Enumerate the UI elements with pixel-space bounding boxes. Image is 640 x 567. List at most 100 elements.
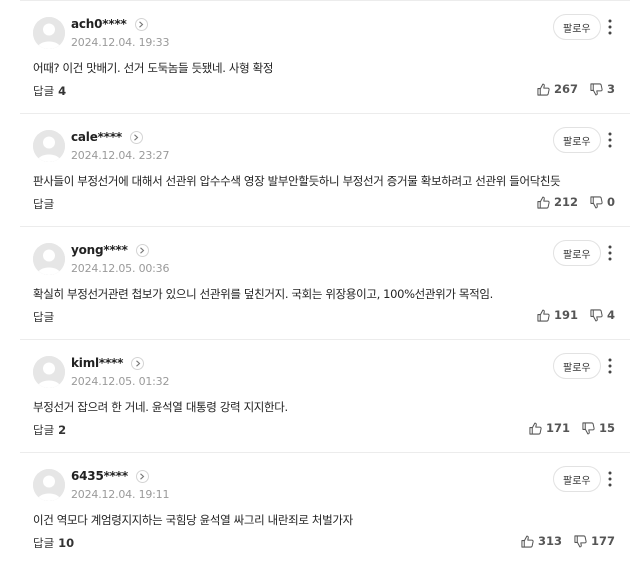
- author-name[interactable]: ach0****: [71, 17, 127, 31]
- comment-list: ach0**** 2024.12.04. 19:33 팔로우 어때? 이건 맛배…: [20, 1, 630, 566]
- default-avatar-icon: [33, 17, 65, 49]
- author-name[interactable]: kiml****: [71, 356, 123, 370]
- reply-label: 답글: [33, 197, 55, 211]
- author-name[interactable]: 6435****: [71, 469, 128, 483]
- thumbs-up-icon: [537, 83, 550, 96]
- chevron-right-icon: [134, 133, 139, 141]
- reply-button[interactable]: 답글 4: [33, 83, 66, 99]
- author-row: 6435****: [71, 467, 149, 485]
- comment-timestamp: 2024.12.04. 23:27: [71, 149, 170, 162]
- chevron-right-icon: [140, 472, 145, 480]
- author-row: ach0****: [71, 15, 148, 33]
- comment-timestamp: 2024.12.05. 00:36: [71, 262, 170, 275]
- comment-item: ach0**** 2024.12.04. 19:33 팔로우 어때? 이건 맛배…: [20, 1, 630, 114]
- more-vertical-icon: [608, 132, 612, 148]
- follow-button[interactable]: 팔로우: [553, 466, 601, 492]
- reply-count: 4: [58, 84, 67, 98]
- avatar[interactable]: [33, 356, 65, 388]
- comment-item: 6435**** 2024.12.04. 19:11 팔로우 이건 역모다 계엄…: [20, 453, 630, 566]
- like-count: 171: [545, 421, 570, 435]
- dislike-button[interactable]: 177: [574, 534, 615, 548]
- like-count: 313: [537, 534, 562, 548]
- reaction-bar: 267 3: [537, 82, 615, 96]
- author-row: yong****: [71, 241, 149, 259]
- like-count: 212: [553, 195, 578, 209]
- reply-label: 답글: [33, 310, 55, 324]
- more-options-button[interactable]: [603, 469, 617, 489]
- reaction-bar: 212 0: [537, 195, 615, 209]
- profile-button[interactable]: [129, 130, 143, 144]
- dislike-button[interactable]: 4: [590, 308, 615, 322]
- default-avatar-icon: [33, 356, 65, 388]
- avatar[interactable]: [33, 243, 65, 275]
- comment-timestamp: 2024.12.04. 19:33: [71, 36, 170, 49]
- avatar[interactable]: [33, 469, 65, 501]
- more-options-button[interactable]: [603, 356, 617, 376]
- comment-text: 어때? 이건 맛배기. 선거 도둑놈들 듯됐네. 사형 확정: [33, 61, 274, 75]
- more-options-button[interactable]: [603, 130, 617, 150]
- thumbs-up-icon: [537, 309, 550, 322]
- reply-count: 2: [58, 423, 67, 437]
- comment-text: 판사들이 부정선거에 대해서 선관위 압수수색 영장 발부안할듯하니 부정선거 …: [33, 174, 561, 188]
- author-name[interactable]: cale****: [71, 130, 122, 144]
- dislike-count: 0: [606, 195, 615, 209]
- dislike-button[interactable]: 3: [590, 82, 615, 96]
- reply-button[interactable]: 답글 10: [33, 535, 74, 551]
- like-button[interactable]: 313: [521, 534, 562, 548]
- reply-button[interactable]: 답글: [33, 309, 58, 325]
- dislike-button[interactable]: 0: [590, 195, 615, 209]
- comment-item: yong**** 2024.12.05. 00:36 팔로우 확실히 부정선거관…: [20, 227, 630, 340]
- dislike-count: 177: [590, 534, 615, 548]
- profile-button[interactable]: [135, 469, 149, 483]
- more-options-button[interactable]: [603, 243, 617, 263]
- follow-button[interactable]: 팔로우: [553, 240, 601, 266]
- like-button[interactable]: 191: [537, 308, 578, 322]
- dislike-count: 15: [598, 421, 615, 435]
- reaction-bar: 191 4: [537, 308, 615, 322]
- more-vertical-icon: [608, 471, 612, 487]
- like-count: 267: [553, 82, 578, 96]
- chevron-right-icon: [135, 359, 141, 367]
- like-button[interactable]: 212: [537, 195, 578, 209]
- author-row: kiml****: [71, 354, 145, 372]
- more-options-button[interactable]: [603, 17, 617, 37]
- reaction-bar: 171 15: [529, 421, 615, 435]
- follow-button[interactable]: 팔로우: [553, 353, 601, 379]
- author-name[interactable]: yong****: [71, 243, 128, 257]
- avatar[interactable]: [33, 17, 65, 49]
- thumbs-down-icon: [590, 308, 603, 321]
- follow-button[interactable]: 팔로우: [553, 14, 601, 40]
- comment-item: kiml**** 2024.12.05. 01:32 팔로우 부정선거 잡으려 …: [20, 340, 630, 453]
- thumbs-down-icon: [590, 82, 603, 95]
- like-button[interactable]: 171: [529, 421, 570, 435]
- profile-button[interactable]: [131, 356, 145, 370]
- more-vertical-icon: [608, 19, 612, 35]
- reply-button[interactable]: 답글: [33, 196, 58, 212]
- profile-button[interactable]: [135, 243, 149, 257]
- thumbs-up-icon: [537, 196, 550, 209]
- reply-label: 답글: [33, 536, 55, 550]
- chevron-right-icon: [140, 246, 145, 254]
- follow-button[interactable]: 팔로우: [553, 127, 601, 153]
- comment-item: cale**** 2024.12.04. 23:27 팔로우 판사들이 부정선거…: [20, 114, 630, 227]
- reply-label: 답글: [33, 423, 55, 437]
- chevron-right-icon: [139, 20, 144, 28]
- dislike-button[interactable]: 15: [582, 421, 615, 435]
- default-avatar-icon: [33, 469, 65, 501]
- thumbs-up-icon: [529, 422, 542, 435]
- thumbs-down-icon: [574, 534, 587, 547]
- more-vertical-icon: [608, 358, 612, 374]
- thumbs-down-icon: [582, 421, 595, 434]
- comment-timestamp: 2024.12.04. 19:11: [71, 488, 170, 501]
- avatar[interactable]: [33, 130, 65, 162]
- like-button[interactable]: 267: [537, 82, 578, 96]
- profile-button[interactable]: [134, 17, 148, 31]
- thumbs-up-icon: [521, 535, 534, 548]
- reply-count: 10: [58, 536, 75, 550]
- dislike-count: 3: [606, 82, 615, 96]
- reaction-bar: 313 177: [521, 534, 615, 548]
- like-count: 191: [553, 308, 578, 322]
- reply-button[interactable]: 답글 2: [33, 422, 66, 438]
- more-vertical-icon: [608, 245, 612, 261]
- comment-text: 이건 역모다 계엄령지지하는 국힘당 윤석열 싸그리 내란죄로 처벌가자: [33, 513, 353, 527]
